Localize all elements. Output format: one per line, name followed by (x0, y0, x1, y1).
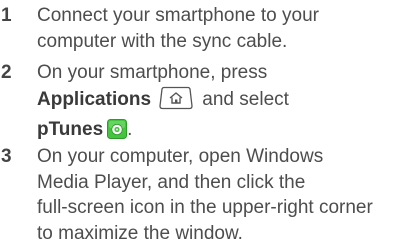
home-key-icon (157, 86, 195, 118)
step-text-segment: . (127, 119, 133, 140)
step-text-segment: and select (202, 88, 289, 110)
instruction-steps: 1 Connect your smartphone to your comput… (0, 0, 412, 251)
step-text: On your smartphone, press Applications a… (37, 60, 409, 147)
step-line: Media Player, and then click the (37, 171, 306, 193)
step-number: 3 (1, 146, 12, 167)
step-line: pTunes . (37, 117, 409, 147)
step-line: computer with the sync cable. (37, 30, 288, 52)
step-line: full-screen icon in the upper-right corn… (37, 197, 373, 218)
step-line: Connect your smartphone to your (37, 5, 319, 26)
step-line: to maximize the window. (37, 222, 243, 244)
step-line: Applications and select (37, 86, 409, 118)
applications-key-label: Applications (37, 88, 152, 110)
step-text: On your computer, open Windows Media Pla… (37, 144, 409, 246)
ptunes-app-icon (107, 119, 128, 147)
step-line: On your smartphone, press (37, 62, 268, 83)
step-number: 2 (1, 62, 12, 83)
step-text: Connect your smartphone to your computer… (37, 3, 409, 54)
ptunes-label: pTunes (37, 119, 104, 140)
step-line: On your computer, open Windows (37, 146, 324, 167)
step-number: 1 (1, 5, 12, 26)
